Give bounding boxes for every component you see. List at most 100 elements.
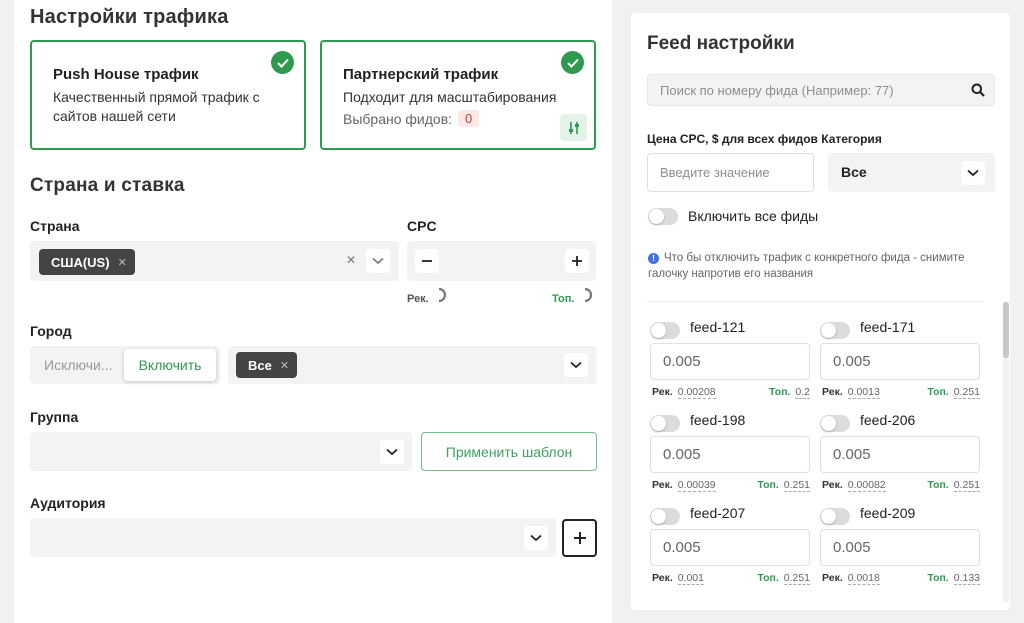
cpc-label: CPC: [407, 218, 437, 234]
feed-top: Топ. 0.133: [927, 572, 980, 585]
feed-cpc-value-input[interactable]: Введите значение: [647, 153, 814, 192]
city-chip-label: Все: [248, 357, 272, 373]
feed-top-label: Топ.: [927, 572, 949, 584]
country-select[interactable]: США(US) ✕ ✕: [30, 241, 399, 281]
city-select[interactable]: Все ✕: [228, 346, 597, 384]
remove-chip-icon[interactable]: ✕: [280, 359, 289, 372]
remove-chip-icon[interactable]: ✕: [118, 256, 127, 269]
selected-feeds: Выбрано фидов: 0: [343, 110, 480, 127]
feed-item: feed-171 0.005 Рек. 0.0013 Топ. 0.251: [818, 315, 980, 407]
add-audience-button[interactable]: [562, 519, 597, 557]
feed-rec-value[interactable]: 0.0013: [847, 386, 880, 399]
group-dropdown-button[interactable]: [380, 440, 404, 464]
selected-feeds-badge: 0: [458, 110, 480, 127]
feed-list-scrollbar[interactable]: [1003, 302, 1009, 602]
enable-all-feeds-toggle[interactable]: [648, 208, 678, 225]
traffic-settings-title: Настройки трафика: [30, 6, 229, 28]
country-chip[interactable]: США(US) ✕: [39, 249, 135, 275]
feed-name: feed-121: [690, 319, 746, 335]
city-label: Город: [30, 323, 72, 339]
category-select[interactable]: Все: [828, 153, 995, 192]
feed-rec-label: Рек.: [822, 386, 843, 398]
loading-spinner-icon: [584, 287, 593, 303]
audience-dropdown-button[interactable]: [524, 526, 548, 550]
feed-toggle[interactable]: [650, 508, 680, 525]
feed-value: 0.005: [833, 539, 871, 556]
sliders-icon: [568, 121, 579, 134]
feed-value-input[interactable]: 0.005: [820, 343, 980, 380]
feed-rec-value[interactable]: 0.00082: [847, 479, 886, 492]
push-traffic-card[interactable]: Push House трафик Качественный прямой тр…: [30, 40, 306, 150]
feed-name: feed-171: [860, 319, 916, 335]
feed-value-input[interactable]: 0.005: [650, 343, 810, 380]
info-icon: !: [648, 253, 659, 264]
feed-value: 0.005: [833, 353, 871, 370]
filter-settings-button[interactable]: [560, 114, 587, 141]
feed-top-value[interactable]: 0.251: [953, 479, 980, 492]
feed-rec-label: Рек.: [652, 572, 673, 584]
country-chip-label: США(US): [51, 254, 110, 270]
cpc-increment-button[interactable]: [565, 249, 589, 273]
city-include-option[interactable]: Включить: [124, 349, 216, 381]
city-exclude-option[interactable]: Исключи...: [30, 346, 125, 384]
feed-rec-label: Рек.: [652, 386, 673, 398]
feed-rec: Рек. 0.00082: [822, 479, 886, 492]
cpc-decrement-button[interactable]: [415, 249, 439, 273]
feed-value-input[interactable]: 0.005: [820, 529, 980, 566]
feed-toggle[interactable]: [650, 322, 680, 339]
city-dropdown-button[interactable]: [564, 353, 588, 377]
feed-toggle[interactable]: [650, 415, 680, 432]
feed-cpc-placeholder: Введите значение: [660, 165, 770, 180]
clear-icon[interactable]: ✕: [346, 253, 356, 267]
cpc-stepper[interactable]: [407, 241, 596, 281]
feed-rec: Рек. 0.00208: [652, 386, 716, 399]
feed-top-value[interactable]: 0.2: [795, 386, 810, 399]
feed-rec-value[interactable]: 0.001: [677, 572, 704, 585]
feed-rec: Рек. 0.0018: [822, 572, 880, 585]
feed-settings-title: Feed настройки: [647, 33, 795, 54]
feed-rec-value[interactable]: 0.00039: [677, 479, 716, 492]
feed-name: feed-206: [860, 412, 916, 428]
search-icon[interactable]: [971, 83, 985, 97]
feed-top-value[interactable]: 0.251: [783, 479, 810, 492]
plus-icon: [572, 256, 582, 266]
feed-value-input[interactable]: 0.005: [820, 436, 980, 473]
feed-item: feed-198 0.005 Рек. 0.00039 Топ. 0.251: [648, 408, 810, 500]
apply-template-button[interactable]: Применить шаблон: [421, 432, 597, 471]
feed-top-label: Топ.: [927, 386, 949, 398]
country-rate-title: Страна и ставка: [30, 175, 185, 196]
plus-icon: [573, 532, 586, 544]
feed-rec-value[interactable]: 0.00208: [677, 386, 716, 399]
feed-value: 0.005: [663, 539, 701, 556]
feed-value: 0.005: [663, 446, 701, 463]
feed-top-label: Топ.: [927, 479, 949, 491]
category-value: Все: [841, 164, 867, 180]
country-label: Страна: [30, 218, 80, 234]
feed-value-input[interactable]: 0.005: [650, 529, 810, 566]
feed-toggle[interactable]: [820, 415, 850, 432]
cpc-top-label: Топ.: [552, 293, 575, 305]
feed-rec-label: Рек.: [822, 572, 843, 584]
feed-search-input[interactable]: Поиск по номеру фида (Например: 77): [647, 74, 995, 106]
city-chip[interactable]: Все ✕: [236, 352, 298, 378]
chevron-down-icon: [570, 361, 582, 369]
minus-icon: [422, 260, 432, 262]
group-select[interactable]: [30, 432, 412, 471]
feed-top-label: Топ.: [757, 572, 779, 584]
scrollbar-thumb[interactable]: [1003, 302, 1009, 358]
partner-traffic-card[interactable]: Партнерский трафик Подходит для масштаби…: [320, 40, 596, 150]
feed-toggle[interactable]: [820, 508, 850, 525]
feed-top-value[interactable]: 0.133: [953, 572, 980, 585]
feed-top-value[interactable]: 0.251: [783, 572, 810, 585]
feed-rec-label: Рек.: [652, 479, 673, 491]
group-label: Группа: [30, 409, 79, 425]
feed-name: feed-209: [860, 505, 916, 521]
country-dropdown-button[interactable]: [366, 249, 390, 273]
feed-top-value[interactable]: 0.251: [953, 386, 980, 399]
feed-value-input[interactable]: 0.005: [650, 436, 810, 473]
audience-select[interactable]: [30, 518, 556, 557]
feed-toggle[interactable]: [820, 322, 850, 339]
category-dropdown-button[interactable]: [961, 161, 985, 185]
feed-rec-value[interactable]: 0.0018: [847, 572, 880, 585]
chevron-down-icon: [967, 169, 979, 177]
